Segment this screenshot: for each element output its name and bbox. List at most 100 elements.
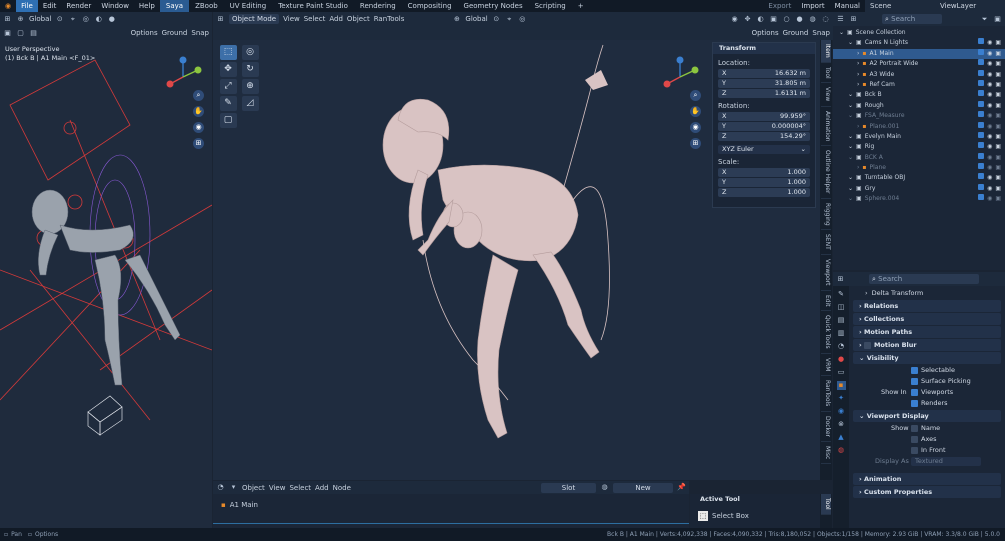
filter-icon[interactable]: ⏷ [980,15,989,24]
main-pan-icon[interactable]: ✋ [690,106,701,117]
select-extend-icon[interactable]: ▤ [29,29,38,38]
view-layer-tab-icon[interactable]: ▥ [837,329,846,338]
eye-icon[interactable]: ◉ [987,111,992,121]
properties-search[interactable]: ⌕ Search [869,274,979,284]
node-editor-canvas[interactable]: ▪ A1 Main [213,494,689,528]
visibility-toggles[interactable]: ◉ ▣ [978,79,1001,90]
workspace-tab-scripting[interactable]: Scripting [529,0,572,12]
eye-icon[interactable]: ◉ [987,70,992,80]
wireframe-shading-icon[interactable]: ○ [782,15,791,24]
tool-tab-icon[interactable]: ✎ [837,290,846,299]
outliner-item[interactable]: ⌄ ▣ FSA_Measure ◉ ▣ [833,111,1005,121]
pin-icon[interactable]: 📌 [677,483,686,492]
checkbox-checked-icon[interactable] [978,142,985,149]
camera-icon[interactable]: ▣ [995,163,1001,173]
outliner-item[interactable]: › ▪ A2 Portrait Wide ◉ ▣ [833,59,1005,69]
shading-icon[interactable]: ● [107,15,116,24]
checkbox-checked-icon[interactable] [978,152,985,159]
outliner-item[interactable]: ⌄ ▣ Cams N Lights ◉ ▣ [833,38,1005,48]
in-front-checkbox[interactable]: In Front [849,445,1005,456]
left-ground-button[interactable]: Ground [162,29,188,37]
outliner-item[interactable]: ⌄ ▣ BCK A ◉ ▣ [833,152,1005,163]
visibility-toggles[interactable]: ◉ ▣ [978,38,1001,48]
checkbox-checked-icon[interactable] [978,111,985,118]
tab-misc[interactable]: Misc [821,442,831,464]
tab-outline-helper[interactable]: Outline Helper [821,146,831,199]
tab-viewport[interactable]: Viewport [821,255,831,291]
visibility-toggles[interactable]: ◉ ▣ [978,194,1001,204]
visibility-toggles[interactable]: ◉ ▣ [978,152,1001,163]
section-motion-blur[interactable]: › Motion Blur [853,339,1001,351]
checkbox-checked-icon[interactable] [978,194,985,201]
checkbox-checked-icon[interactable] [978,131,985,138]
visibility-toggles[interactable]: ◉ ▣ [978,183,1001,194]
overlay-icon[interactable]: ◐ [94,15,103,24]
tab-view[interactable]: View [821,83,831,107]
checkbox-checked-icon[interactable] [978,59,985,66]
left-orientation-label[interactable]: Global [29,15,51,23]
camera-icon[interactable]: ▣ [995,122,1001,132]
checkbox-checked-icon[interactable] [978,163,985,170]
active-tool-row[interactable]: ⬚ Select Box [690,505,820,521]
outliner-search[interactable]: ⌕ Search [882,14,942,24]
main-menu-select[interactable]: Select [304,15,326,23]
collection-tab-icon[interactable]: ▭ [837,368,846,377]
main-grid-icon[interactable]: ⊞ [690,138,701,149]
outliner-item[interactable]: › ▪ Plane ◉ ▣ [833,163,1005,173]
rotation-y-field[interactable]: Y 0.000004° [718,122,810,131]
workspace-tab-zboob[interactable]: ZBoob [189,0,224,12]
chevron-down-icon[interactable]: ⌄ [848,173,853,183]
section-collections[interactable]: › Collections [853,313,1001,325]
export-button[interactable]: Export [763,0,796,12]
xray-icon[interactable]: ▣ [769,15,778,24]
workspace-tab-rendering[interactable]: Rendering [354,0,402,12]
output-tab-icon[interactable]: ▤ [837,316,846,325]
left-viewport[interactable]: User Perspective (1) Bck B | A1 Main <F_… [0,40,212,528]
tab-rigging[interactable]: Rigging [821,199,831,231]
checkbox-checked-icon[interactable] [978,69,985,76]
main-snap-icon[interactable]: ⌖ [505,15,514,24]
visibility-toggles[interactable]: ◉ ▣ [978,142,1001,152]
tab-tool[interactable]: Tool [821,63,831,84]
main-menu-view[interactable]: View [283,15,300,23]
main-editor-type-icon[interactable]: ⊞ [216,15,225,24]
globe-icon[interactable]: ⊕ [16,15,25,24]
chevron-down-icon[interactable]: ⌄ [848,38,853,48]
eye-icon[interactable]: ◉ [987,194,992,204]
tab-vrm[interactable]: VRM [821,354,831,377]
tab-item[interactable]: Item [821,40,831,63]
eye-icon[interactable]: ◉ [987,163,992,173]
gizmo-toggle-icon[interactable]: ✥ [743,15,752,24]
outliner-item[interactable]: ⌄ ▣ Bck B ◉ ▣ [833,90,1005,100]
camera-icon[interactable]: ▣ [995,70,1001,80]
outliner-item[interactable]: › ▪ Ref Cam ◉ ▣ [833,79,1005,90]
chevron-right-icon[interactable]: › [857,163,859,173]
visibility-toggles[interactable]: ◉ ▣ [978,173,1001,183]
outliner-item[interactable]: › ▪ A1 Main ◉ ▣ [833,48,1005,60]
workspace-tab-geometry-nodes[interactable]: Geometry Nodes [458,0,529,12]
workspace-tab-uv-editing[interactable]: UV Editing [224,0,273,12]
viewports-checkbox[interactable]: Show In Viewports [849,387,1005,398]
outliner-item[interactable]: ⌄ ▣ Evelyn Main ◉ ▣ [833,131,1005,142]
chevron-down-icon[interactable]: ⌄ [848,90,853,100]
add-workspace-button[interactable]: + [572,0,590,12]
main-menu-object[interactable]: Object [347,15,370,23]
menu-edit[interactable]: Edit [38,0,62,12]
eye-icon[interactable]: ◉ [987,38,992,48]
viewlayer-selector[interactable]: ViewLayer [935,0,1005,12]
new-material-button[interactable]: New [613,482,673,493]
filter-view-icon[interactable]: ⊞ [849,15,858,24]
select-box-icon[interactable]: ▢ [16,29,25,38]
node-editor-type-icon[interactable]: ◔ [216,483,225,492]
visibility-icon[interactable]: ◉ [730,15,739,24]
main-pivot-icon[interactable]: ⊙ [492,15,501,24]
chevron-down-icon[interactable]: ⌄ [848,132,853,142]
outliner-item[interactable]: ⌄ ▣ Scene Collection [833,28,1005,38]
camera-icon[interactable]: ▣ [995,142,1001,152]
selectable-checkbox[interactable]: Selectable [849,365,1005,376]
outliner-item[interactable]: ⌄ ▣ Gry ◉ ▣ [833,183,1005,194]
visibility-toggles[interactable]: ◉ ▣ [978,69,1001,80]
name-checkbox[interactable]: Show Name [849,423,1005,434]
left-snap-button[interactable]: Snap [191,29,209,37]
eye-icon[interactable]: ◉ [987,132,992,142]
